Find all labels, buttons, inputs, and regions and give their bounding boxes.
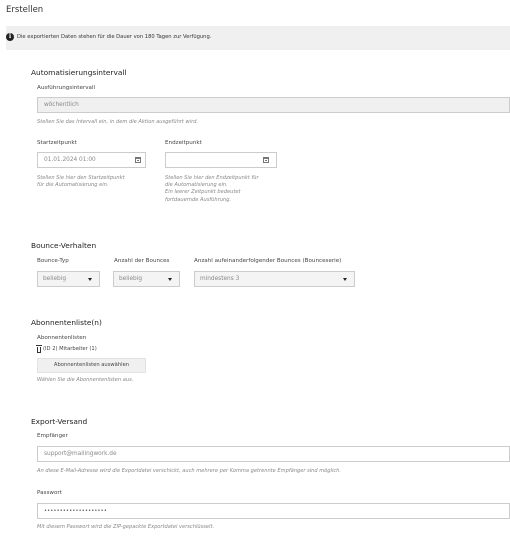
password-label: Passwort: [37, 490, 62, 496]
page-title: Erstellen: [6, 5, 44, 15]
bounce-series-select[interactable]: mindestens 3: [194, 271, 355, 287]
calendar-icon[interactable]: [263, 157, 269, 163]
password-hint: Mit diesem Passwort wird die ZIP-gepackt…: [37, 524, 215, 530]
bounce-count-value: beliebig: [119, 276, 143, 282]
interval-label: Ausführungsintervall: [37, 85, 96, 91]
bounce-count-label: Anzahl der Bounces: [114, 258, 170, 264]
end-hint: Stellen Sie hier den Endzeitpunkt für di…: [165, 175, 259, 204]
password-input[interactable]: ••••••••••••••••••••: [37, 503, 510, 519]
bounce-type-label: Bounce-Typ: [37, 258, 69, 264]
automation-section-title: Automatisierungsintervall: [31, 68, 127, 77]
interval-hint: Stellen Sie das Intervall ein, in dem di…: [37, 119, 199, 125]
start-date-input[interactable]: 01.01.2024 01:00: [37, 152, 146, 168]
info-circle-icon: i: [6, 33, 14, 41]
trash-icon[interactable]: [36, 345, 42, 353]
end-date-input[interactable]: [165, 152, 277, 168]
calendar-icon[interactable]: [135, 157, 141, 163]
recipient-hint: An diese E-Mail-Adresse wird die Exportd…: [37, 468, 342, 474]
start-hint: Stellen Sie hier den Startzeitpunkt für …: [37, 175, 125, 189]
interval-field[interactable]: wöchentlich: [37, 97, 510, 113]
lists-section-title: Abonnentenliste(n): [31, 318, 102, 327]
start-hint-line-1: Stellen Sie hier den Startzeitpunkt: [37, 175, 125, 181]
bounce-series-value: mindestens 3: [200, 276, 240, 282]
caret-down-icon: [168, 278, 172, 281]
recipient-label: Empfänger: [37, 433, 68, 439]
recipient-input[interactable]: support@mailingwork.de: [37, 446, 510, 462]
bounce-type-select[interactable]: beliebig: [37, 271, 100, 287]
bounce-section-title: Bounce-Verhalten: [31, 241, 97, 250]
bounce-count-select[interactable]: beliebig: [113, 271, 180, 287]
end-hint-line-1: Stellen Sie hier den Endzeitpunkt für: [165, 175, 259, 181]
password-dots: ••••••••••••••••••••: [44, 508, 107, 514]
end-hint-line-4: fortdauernde Ausführung.: [165, 196, 232, 203]
start-hint-line-2: für die Automatisierung ein.: [37, 182, 109, 189]
caret-down-icon: [343, 278, 347, 281]
export-section-title: Export-Versand: [31, 417, 88, 426]
end-hint-line-3: Ein leerer Zeitpunkt bedeutet: [165, 189, 241, 196]
start-label: Startzeitpunkt: [37, 140, 77, 146]
lists-hint: Wählen Sie die Abonnentenlisten aus.: [37, 377, 134, 383]
bounce-type-value: beliebig: [43, 276, 67, 282]
bounce-series-label: Anzahl aufeinanderfolgender Bounces (Bou…: [194, 258, 342, 264]
list-entry: (ID 2) Mitarbeiter (1): [43, 346, 97, 352]
end-hint-line-2: die Automatisierung ein.: [165, 182, 228, 189]
lists-label: Abonnentenlisten: [37, 335, 87, 341]
select-lists-button[interactable]: Abonnentenlisten auswählen: [37, 358, 146, 373]
caret-down-icon: [88, 278, 92, 281]
info-text: Die exportierten Daten stehen für die Da…: [17, 34, 212, 40]
end-label: Endzeitpunkt: [165, 140, 202, 146]
